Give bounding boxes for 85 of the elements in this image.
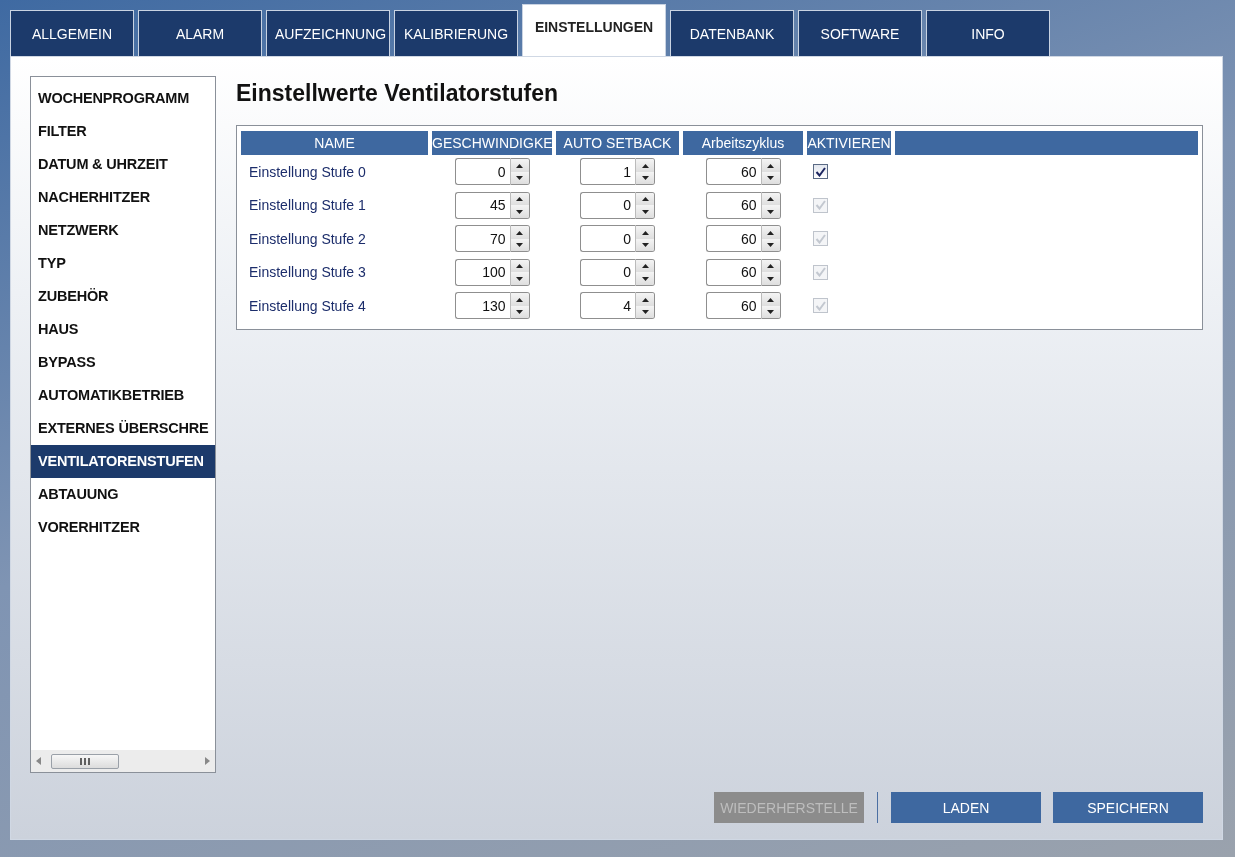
checkmark-icon	[815, 300, 826, 311]
down-arrow-icon	[767, 176, 774, 180]
spin-up-button[interactable]	[636, 192, 654, 206]
page-title: Einstellwerte Ventilatorstufen	[236, 80, 560, 107]
column-header: GESCHWINDIGKE	[432, 131, 552, 155]
down-arrow-icon	[516, 209, 523, 214]
down-arrow-icon	[767, 276, 774, 281]
sidebar-item[interactable]: VENTILATORENSTUFEN	[31, 445, 215, 478]
table-cell-text: Einstellung Stufe 4	[248, 297, 367, 314]
sidebar-item[interactable]: AUTOMATIKBETRIEB	[31, 379, 215, 412]
spin-up-button[interactable]	[636, 293, 654, 306]
sidebar-item[interactable]: DATUM & UHRZEIT	[31, 148, 215, 181]
up-arrow-icon	[641, 163, 649, 168]
down-arrow-icon	[767, 209, 774, 214]
spin-up-button[interactable]	[636, 259, 654, 273]
table-cell-text: Einstellung Stufe 0	[248, 163, 367, 180]
spin-up-button[interactable]	[636, 226, 654, 239]
up-arrow-icon	[516, 230, 523, 235]
sidebar-item[interactable]: FILTER	[31, 115, 215, 148]
up-arrow-icon	[641, 264, 649, 268]
horizontal-scrollbar[interactable]	[31, 750, 215, 772]
scroll-left-icon[interactable]	[35, 757, 43, 765]
up-arrow-icon	[516, 264, 523, 268]
tab[interactable]: EINSTELLUNGEN	[522, 4, 666, 56]
down-arrow-icon	[767, 310, 774, 314]
checkmark-icon	[815, 166, 826, 177]
checkmark-icon	[815, 200, 826, 211]
spin-down-button[interactable]	[636, 205, 654, 218]
up-arrow-icon	[641, 297, 649, 302]
sidebar-item[interactable]: WOCHENPROGRAMM	[31, 82, 215, 115]
down-arrow-icon	[767, 243, 774, 247]
checkbox[interactable]	[813, 164, 828, 180]
sidebar-item[interactable]: EXTERNES ÜBERSCHRE	[31, 412, 215, 445]
up-arrow-icon	[516, 163, 523, 168]
up-arrow-icon	[641, 197, 649, 201]
down-arrow-icon	[641, 243, 649, 247]
tab[interactable]: ALARM	[138, 10, 262, 56]
checkmark-icon	[815, 267, 826, 278]
up-arrow-icon	[767, 163, 774, 168]
checkmark-icon	[815, 233, 826, 244]
down-arrow-icon	[641, 176, 649, 180]
action-button[interactable]: SPEICHERN	[1053, 792, 1203, 823]
up-arrow-icon	[767, 230, 774, 235]
tab[interactable]: INFO	[926, 10, 1050, 56]
number-field[interactable]: 60	[705, 158, 762, 186]
down-arrow-icon	[516, 310, 523, 314]
up-arrow-icon	[516, 297, 523, 302]
up-arrow-icon	[767, 264, 774, 268]
sidebar-item[interactable]: TYP	[31, 247, 215, 280]
sidebar-item[interactable]: HAUS	[31, 313, 215, 346]
down-arrow-icon	[516, 243, 523, 247]
column-header: Arbeitszyklus	[683, 131, 803, 155]
column-header: AUTO SETBACK	[556, 131, 679, 155]
column-header: AKTIVIEREN	[807, 131, 891, 155]
up-arrow-icon	[767, 197, 774, 201]
up-arrow-icon	[767, 297, 774, 302]
table-cell-text: Einstellung Stufe 2	[248, 230, 367, 247]
spin-down-button[interactable]	[636, 272, 654, 285]
sidebar-item[interactable]: NACHERHITZER	[31, 181, 215, 214]
number-field[interactable]: 0	[454, 158, 511, 186]
down-arrow-icon	[641, 310, 649, 314]
down-arrow-icon	[641, 276, 649, 281]
tab[interactable]: SOFTWARE	[798, 10, 922, 56]
tab[interactable]: KALIBRIERUNG	[394, 10, 518, 56]
down-arrow-icon	[641, 209, 649, 214]
tab[interactable]: AUFZEICHNUNG	[266, 10, 390, 56]
up-arrow-icon	[516, 197, 523, 201]
spin-up-button[interactable]	[636, 159, 654, 172]
sidebar-item[interactable]: NETZWERK	[31, 214, 215, 247]
sidebar-item[interactable]: ABTAUUNG	[31, 478, 215, 511]
up-arrow-icon	[641, 230, 649, 235]
down-arrow-icon	[516, 176, 523, 180]
tab[interactable]: DATENBANK	[670, 10, 794, 56]
column-header: NAME	[241, 131, 428, 155]
scroll-right-icon[interactable]	[203, 757, 211, 765]
down-arrow-icon	[516, 276, 523, 281]
tab[interactable]: ALLGEMEIN	[10, 10, 134, 56]
table-cell-text: Einstellung Stufe 3	[248, 264, 367, 281]
sidebar-item[interactable]: VORERHITZER	[31, 511, 215, 544]
action-button[interactable]: LADEN	[891, 792, 1041, 823]
sidebar-item[interactable]: ZUBEHÖR	[31, 280, 215, 313]
grip-icon	[80, 757, 90, 765]
table-cell-text: Einstellung Stufe 1	[248, 197, 367, 214]
number-field[interactable]: 1	[580, 158, 636, 186]
sidebar-item[interactable]: BYPASS	[31, 346, 215, 379]
